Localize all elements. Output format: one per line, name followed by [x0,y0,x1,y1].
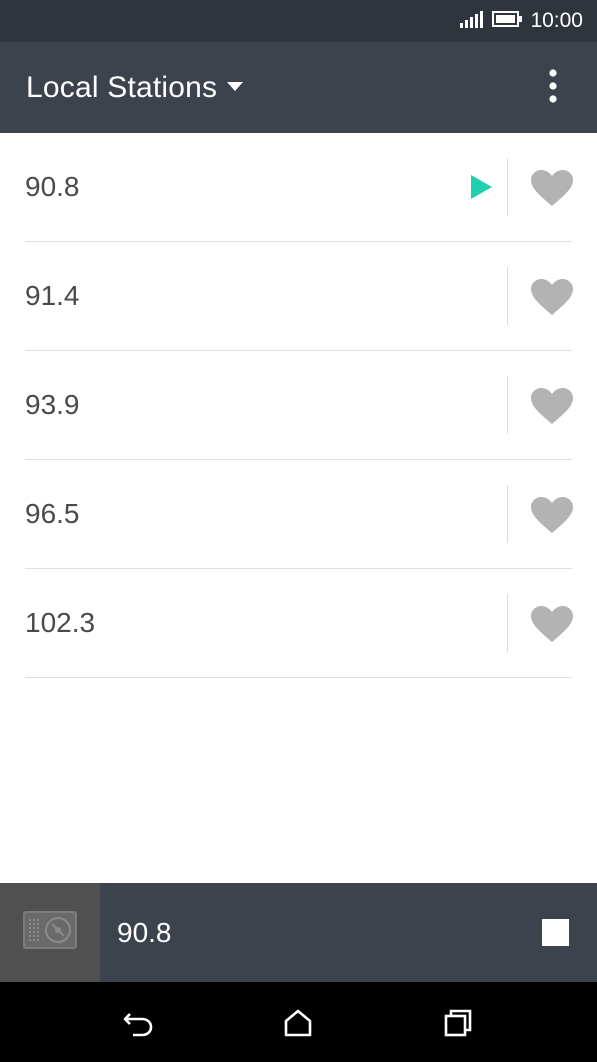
stop-button[interactable] [542,919,569,946]
back-icon[interactable] [121,1006,155,1040]
station-list-dropdown[interactable]: Local Stations [26,42,244,133]
favorite-heart-icon[interactable] [529,604,575,644]
favorite-heart-icon[interactable] [529,495,575,535]
battery-icon [492,10,523,32]
now-playing-bar[interactable]: 90.8 [0,883,597,982]
status-icons: 10:00 [460,0,583,42]
home-icon[interactable] [281,1006,315,1040]
station-list: 90.8 91.4 93.9 96.5 102.3 [0,133,597,678]
station-row[interactable]: 96.5 [25,460,575,569]
divider [507,158,508,216]
now-playing-thumbnail[interactable] [0,883,100,982]
app-bar: Local Stations [0,42,597,133]
divider [507,594,508,652]
favorite-heart-icon[interactable] [529,277,575,317]
station-frequency: 90.8 [25,171,80,202]
overflow-menu-button[interactable] [535,68,571,108]
signal-bars-icon [460,10,484,33]
station-frequency: 96.5 [25,498,80,529]
play-icon [471,175,493,199]
divider [507,267,508,325]
station-frequency: 93.9 [25,389,80,420]
station-row[interactable]: 102.3 [25,569,575,678]
station-frequency: 102.3 [25,607,96,638]
status-time: 10:00 [530,9,583,32]
station-frequency: 91.4 [25,280,80,311]
recents-icon[interactable] [441,1006,475,1040]
page-title: Local Stations [26,70,218,104]
favorite-heart-icon[interactable] [529,168,575,208]
station-row[interactable]: 90.8 [25,133,575,242]
station-row[interactable]: 93.9 [25,351,575,460]
divider [507,485,508,543]
now-playing-frequency: 90.8 [117,916,172,948]
divider [507,376,508,434]
status-bar: 10:00 [0,0,597,42]
radio-icon [23,911,77,954]
caret-down-icon [227,79,244,97]
system-navigation-bar [0,982,597,1062]
overflow-menu-icon [549,68,557,108]
favorite-heart-icon[interactable] [529,386,575,426]
station-row[interactable]: 91.4 [25,242,575,351]
